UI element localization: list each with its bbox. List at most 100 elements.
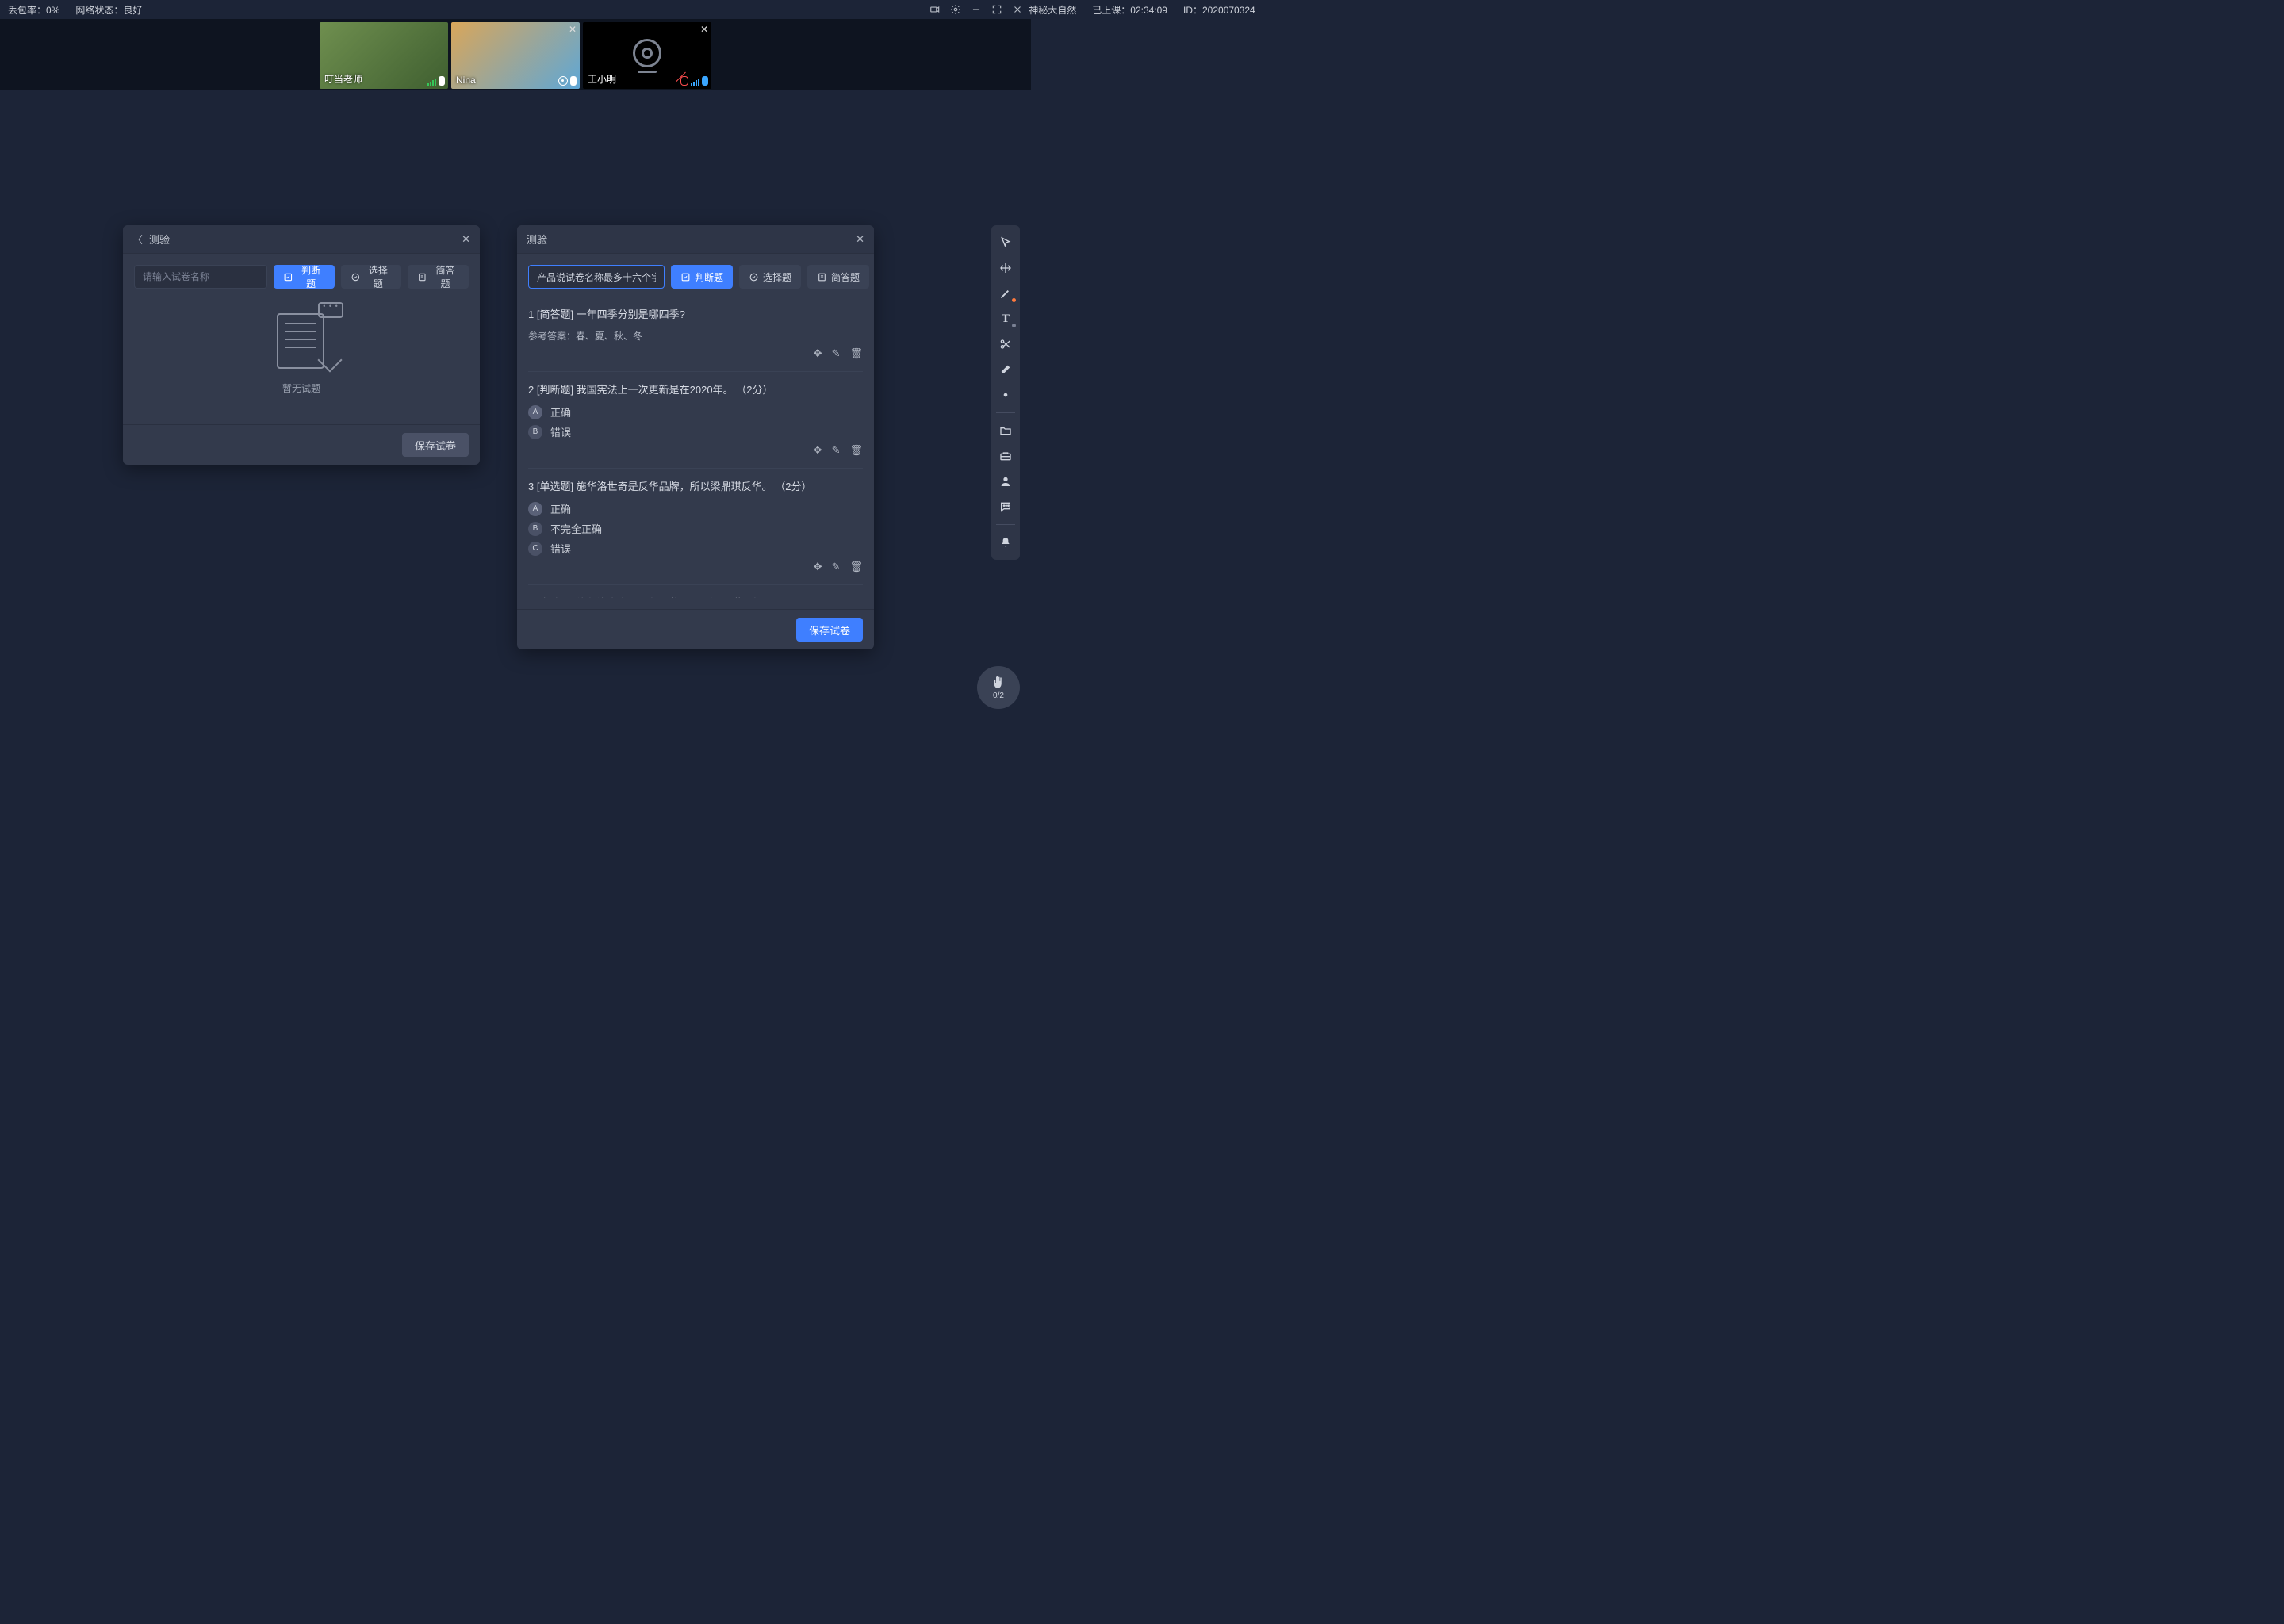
delete-icon[interactable]: 🗑	[849, 561, 863, 573]
empty-illustration-icon	[266, 307, 337, 370]
class-id: ID：2020070324	[1183, 3, 1255, 17]
close-window-icon[interactable]	[1012, 4, 1023, 15]
settings-icon[interactable]	[950, 4, 961, 15]
question-option[interactable]: B 不完全正确	[528, 521, 863, 536]
packet-loss: 丢包率：0%	[8, 3, 59, 17]
save-quiz-button[interactable]: 保存试卷	[796, 618, 863, 642]
question-item: 3 [单选题] 施华洛世奇是反华品牌，所以梁鼎琪反华。 （2分） A 正确 B 不完全正…	[528, 469, 863, 585]
panel-title: 测验	[149, 232, 170, 247]
question-actions: ✥ ✎ 🗑	[528, 561, 863, 573]
network-status: 网络状态：良好	[75, 3, 142, 17]
question-answer: 参考答案：春、夏、秋、冬	[528, 329, 863, 343]
move-tool-icon[interactable]	[994, 257, 1017, 279]
question-option[interactable]: C 错误	[528, 541, 863, 556]
question-actions: ✥ ✎ 🗑	[528, 444, 863, 457]
question-list: 1 [简答题] 一年四季分别是哪四季?参考答案：春、夏、秋、冬✥✎🗑2 [判断题…	[528, 297, 869, 598]
tile-close-icon[interactable]: ✕	[700, 24, 708, 35]
back-icon[interactable]: 〈	[132, 232, 143, 247]
toolbox-icon[interactable]	[994, 445, 1017, 467]
minimize-icon[interactable]	[971, 4, 982, 15]
folder-icon[interactable]	[994, 419, 1017, 442]
question-title: 1 [简答题] 一年四季分别是哪四季?	[528, 306, 863, 321]
eraser-tool-icon[interactable]	[994, 358, 1017, 381]
pen-tool-icon[interactable]	[994, 282, 1017, 304]
edit-icon[interactable]: ✎	[832, 347, 841, 360]
hand-icon	[991, 676, 1006, 690]
move-icon[interactable]: ✥	[814, 561, 822, 573]
question-title: 4 [多选题] 施华洛世奇是反华品牌，所以梁鼎琪反华。 （2分）	[528, 595, 863, 598]
add-truefalse-button[interactable]: 判断题	[671, 265, 733, 289]
raise-hand-button[interactable]: 0/2	[977, 666, 1020, 709]
scissors-tool-icon[interactable]	[994, 333, 1017, 355]
panel-title: 测验	[527, 232, 547, 247]
elapsed-time: 已上课：02:34:09	[1092, 3, 1167, 17]
camera-toggle-icon[interactable]	[929, 4, 941, 15]
signal-icon	[427, 79, 436, 86]
quiz-panel-left: 〈 测验 ✕ 判断题 选择题 简答题 暂无试题 保存试卷	[123, 225, 480, 465]
option-letter: A	[528, 405, 542, 419]
text-tool-icon[interactable]: T	[994, 308, 1017, 330]
participant-name: 叮当老师	[324, 72, 362, 86]
option-text: 错误	[550, 541, 571, 556]
add-truefalse-button[interactable]: 判断题	[274, 265, 335, 289]
mic-icon	[439, 76, 445, 86]
add-short-answer-button[interactable]: 简答题	[408, 265, 469, 289]
move-icon[interactable]: ✥	[814, 347, 822, 360]
delete-icon[interactable]: 🗑	[849, 444, 863, 457]
tool-rail: T	[991, 225, 1020, 560]
video-tile[interactable]: ✕ 王小明	[583, 22, 711, 89]
fullscreen-icon[interactable]	[991, 4, 1002, 15]
mic-icon	[702, 76, 708, 86]
video-strip: 叮当老师 ✕ Nina ✕ 王小明	[0, 19, 1031, 90]
tile-close-icon[interactable]: ✕	[569, 24, 577, 35]
edit-icon[interactable]: ✎	[832, 444, 841, 457]
save-quiz-button[interactable]: 保存试卷	[402, 433, 469, 457]
main-area: 〈 测验 ✕ 判断题 选择题 简答题 暂无试题 保存试卷 测验	[0, 90, 1031, 733]
hand-count: 0/2	[993, 691, 1004, 700]
option-letter: B	[528, 425, 542, 439]
option-text: 正确	[550, 501, 571, 516]
option-text: 错误	[550, 424, 571, 439]
option-text: 正确	[550, 404, 571, 419]
topbar: 丢包率：0% 网络状态：良好 神秘大自然 已上课：02:34:09 ID：202…	[0, 0, 1031, 19]
mic-muted-icon	[680, 76, 688, 86]
question-option[interactable]: A 正确	[528, 404, 863, 419]
question-item: 4 [多选题] 施华洛世奇是反华品牌，所以梁鼎琪反华。 （2分）A是的B不完全正…	[528, 585, 863, 598]
brightness-tool-icon[interactable]	[994, 384, 1017, 406]
edit-icon[interactable]: ✎	[832, 561, 841, 573]
person-icon[interactable]	[994, 470, 1017, 492]
question-option[interactable]: B 错误	[528, 424, 863, 439]
quiz-name-input[interactable]	[528, 265, 665, 289]
question-title: 3 [单选题] 施华洛世奇是反华品牌，所以梁鼎琪反华。 （2分）	[528, 478, 863, 493]
mic-icon	[570, 76, 577, 86]
empty-text: 暂无试题	[282, 381, 320, 395]
quiz-panel-right: 测验 ✕ 判断题 选择题 简答题 1 [简答题] 一年四季分别是哪四季? 参考答案…	[517, 225, 874, 649]
question-title: 2 [判断题] 我国宪法上一次更新是在2020年。 （2分）	[528, 381, 863, 396]
video-tile[interactable]: 叮当老师	[320, 22, 448, 89]
question-actions: ✥ ✎ 🗑	[528, 347, 863, 360]
chat-icon[interactable]	[994, 496, 1017, 518]
option-letter: A	[528, 502, 542, 516]
delete-icon[interactable]: 🗑	[849, 347, 863, 360]
move-icon[interactable]: ✥	[814, 444, 822, 457]
participant-name: Nina	[456, 75, 476, 86]
add-short-answer-button[interactable]: 简答题	[807, 265, 869, 289]
add-choice-button[interactable]: 选择题	[739, 265, 801, 289]
question-item: 1 [简答题] 一年四季分别是哪四季? 参考答案：春、夏、秋、冬 ✥ ✎ 🗑	[528, 297, 863, 372]
video-tile[interactable]: ✕ Nina	[451, 22, 580, 89]
class-title: 神秘大自然	[1029, 3, 1076, 17]
bell-icon[interactable]	[994, 531, 1017, 553]
add-choice-button[interactable]: 选择题	[341, 265, 402, 289]
option-letter: B	[528, 522, 542, 536]
quiz-name-input[interactable]	[134, 265, 267, 289]
option-letter: C	[528, 542, 542, 556]
participant-name: 王小明	[588, 72, 616, 86]
pointer-tool-icon[interactable]	[994, 232, 1017, 254]
question-option[interactable]: A 正确	[528, 501, 863, 516]
split-badge-icon	[558, 76, 568, 86]
option-text: 不完全正确	[550, 521, 602, 536]
question-item: 2 [判断题] 我国宪法上一次更新是在2020年。 （2分） A 正确 B 错误 ✥ ✎ 🗑	[528, 372, 863, 469]
panel-close-icon[interactable]: ✕	[462, 233, 470, 246]
empty-state: 暂无试题	[134, 289, 469, 413]
panel-close-icon[interactable]: ✕	[856, 233, 864, 246]
